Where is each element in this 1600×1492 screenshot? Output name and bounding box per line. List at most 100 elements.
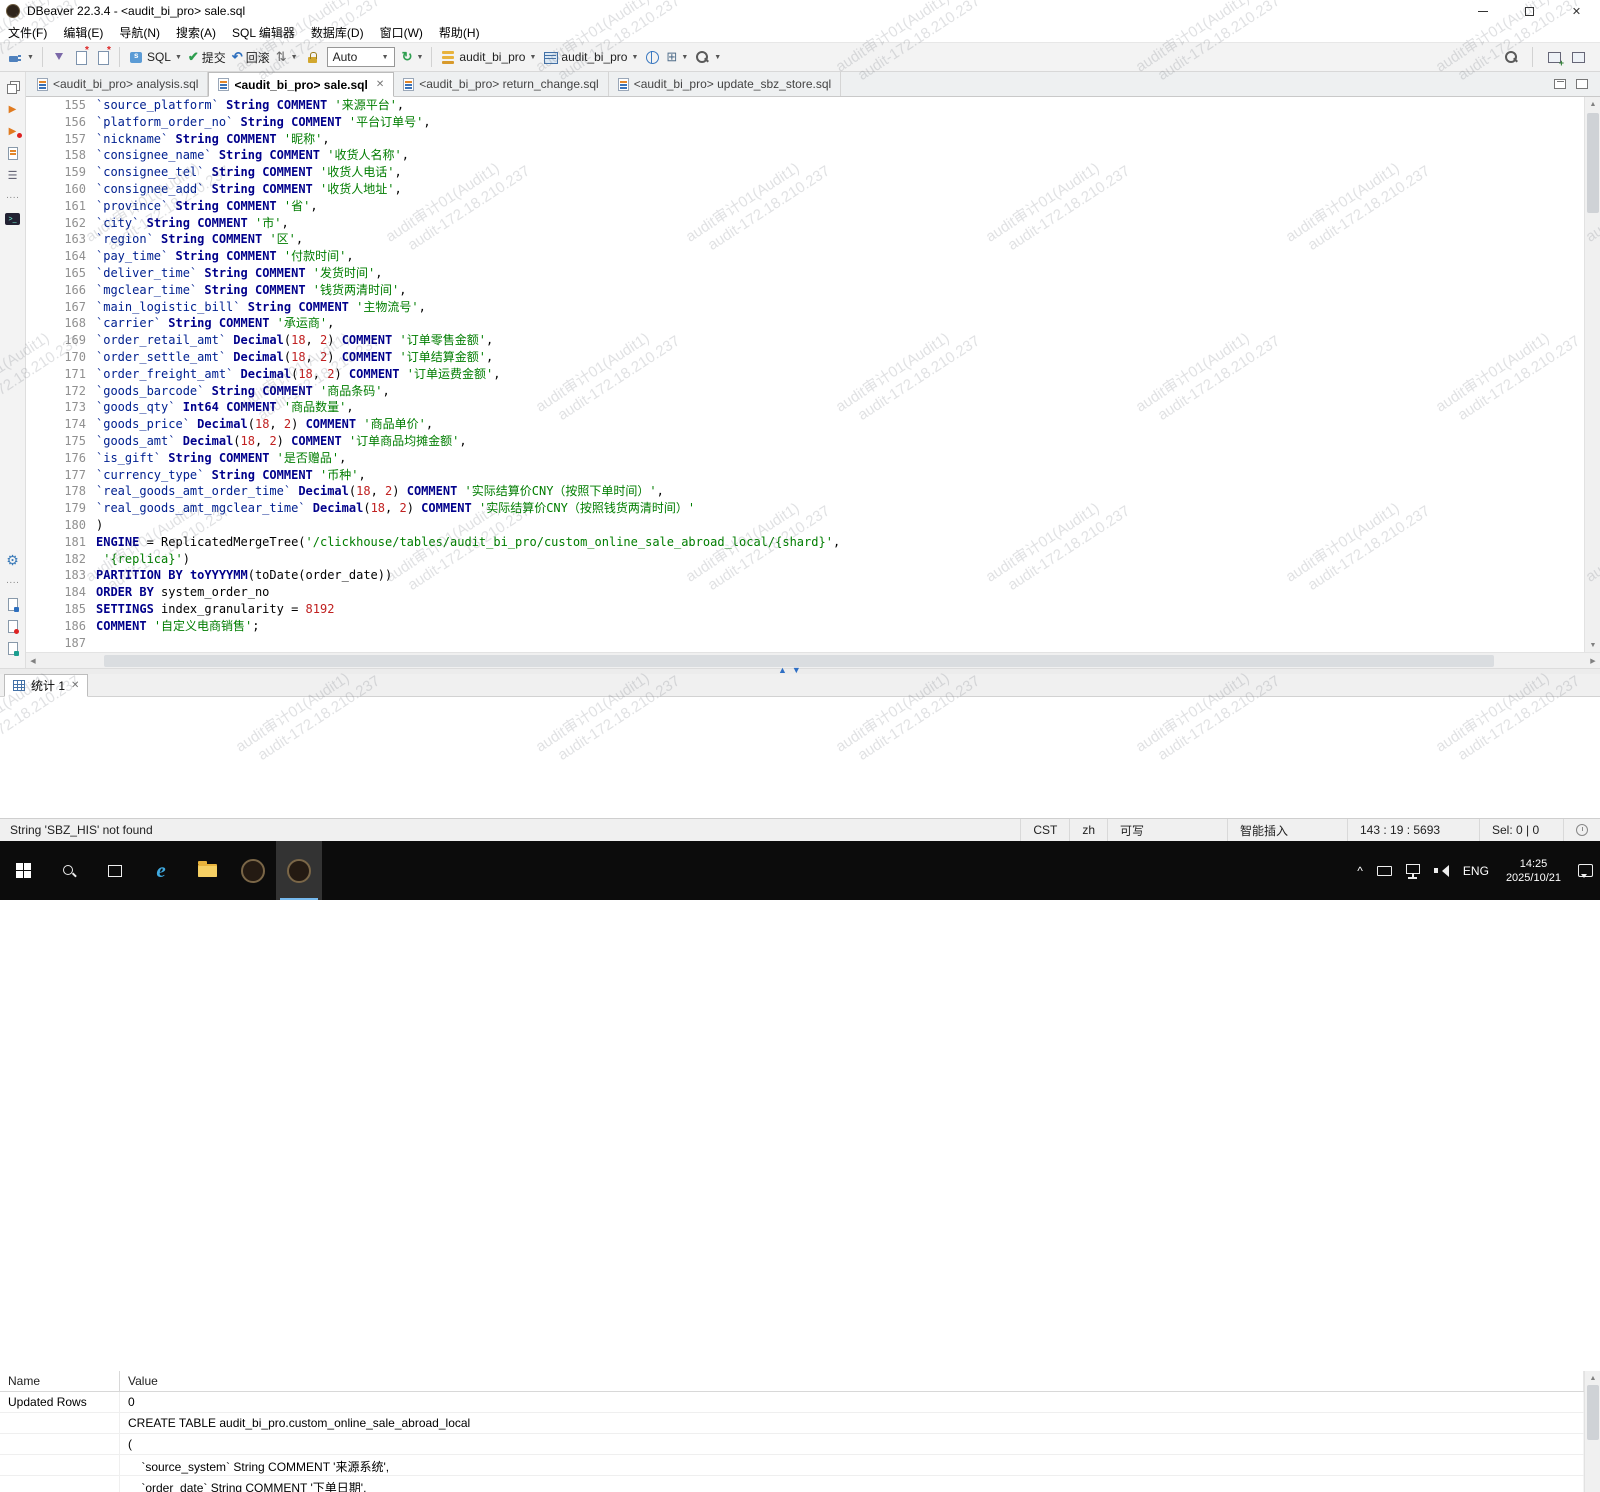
quick-access-search-icon[interactable] [1503, 49, 1519, 65]
execute-script-icon[interactable] [4, 145, 22, 161]
scroll-up-icon[interactable]: ▲ [1585, 97, 1600, 111]
restore-panel-icon[interactable] [4, 79, 22, 95]
table-row[interactable]: CREATE TABLE audit_bi_pro.custom_online_… [0, 1413, 1584, 1434]
search-dropdown[interactable]: ▼ [691, 47, 724, 67]
minimize-button[interactable] [1459, 0, 1506, 22]
task-view-button[interactable] [92, 841, 138, 900]
code-line[interactable]: 157`nickname` String COMMENT '昵称', [26, 131, 1584, 148]
panel-vertical-scrollbar[interactable]: ▲ [1584, 1371, 1600, 1492]
status-notifications[interactable] [1563, 819, 1600, 841]
close-button[interactable]: ✕ [1553, 0, 1600, 22]
code-line[interactable]: 171`order_freight_amt` Decimal(18, 2) CO… [26, 366, 1584, 383]
transaction-mode-dropdown[interactable]: ⇅ ▼ [273, 47, 301, 67]
sql-editor-dropdown[interactable]: SQL ▼ [125, 47, 185, 67]
editor-tab[interactable]: <audit_bi_pro> analysis.sql [28, 72, 208, 96]
code-line[interactable]: 164`pay_time` String COMMENT '付款时间', [26, 248, 1584, 265]
code-line[interactable]: 187 [26, 635, 1584, 652]
settings-gear-icon[interactable]: ⚙ [4, 552, 22, 568]
menu-item[interactable]: 导航(N) [111, 22, 168, 42]
menu-item[interactable]: 编辑(E) [55, 22, 111, 42]
status-timezone[interactable]: CST [1020, 819, 1069, 841]
code-line[interactable]: 184ORDER BY system_order_no [26, 584, 1584, 601]
doc-icon-teal[interactable] [4, 640, 22, 656]
table-row[interactable]: `order_date` String COMMENT '下单日期', [0, 1476, 1584, 1492]
editor-tab[interactable]: <audit_bi_pro> sale.sql✕ [208, 72, 394, 97]
new-connection-button[interactable]: ▼ [4, 47, 37, 67]
code-line[interactable]: 180) [26, 517, 1584, 534]
code-line[interactable]: 185SETTINGS index_granularity = 8192 [26, 601, 1584, 618]
code-line[interactable]: 156`platform_order_no` String COMMENT '平… [26, 114, 1584, 131]
network-button[interactable] [641, 47, 663, 67]
table-row[interactable]: Updated Rows0 [0, 1392, 1584, 1413]
grid-view-dropdown[interactable]: ⊞ ▼ [663, 47, 691, 67]
execute-statement-icon[interactable]: ▶ [4, 101, 22, 117]
fetch-data-button[interactable] [48, 47, 70, 67]
vertical-scroll-thumb[interactable] [1587, 113, 1599, 213]
status-selection[interactable]: Sel: 0 | 0 [1479, 819, 1563, 841]
maximize-button[interactable] [1506, 0, 1553, 22]
code-line[interactable]: 170`order_settle_amt` Decimal(18, 2) COM… [26, 349, 1584, 366]
code-line[interactable]: 182 '{replica}') [26, 551, 1584, 568]
input-language-button[interactable]: ENG [1456, 841, 1496, 900]
editor-tab[interactable]: <audit_bi_pro> update_sbz_store.sql [609, 72, 841, 96]
code-line[interactable]: 161`province` String COMMENT '省', [26, 198, 1584, 215]
commit-button[interactable]: ✔ 提交 [185, 47, 229, 68]
execute-new-tab-icon[interactable]: ▶ [4, 123, 22, 139]
status-cursor-position[interactable]: 143 : 19 : 5693 [1347, 819, 1479, 841]
menu-item[interactable]: SQL 编辑器 [224, 22, 303, 42]
code-line[interactable]: 174`goods_price` Decimal(18, 2) COMMENT … [26, 416, 1584, 433]
explain-plan-icon[interactable]: ☰ [4, 167, 22, 183]
code-line[interactable]: 175`goods_amt` Decimal(18, 2) COMMENT '订… [26, 433, 1584, 450]
editor-vertical-scrollbar[interactable]: ▲ ▼ [1584, 97, 1600, 652]
menu-item[interactable]: 搜索(A) [168, 22, 224, 42]
tray-expand-chevron[interactable]: ^ [1350, 841, 1370, 900]
tab-close-icon[interactable]: ✕ [376, 79, 384, 90]
start-button[interactable] [0, 841, 46, 900]
table-row[interactable]: ( [0, 1434, 1584, 1455]
code-line[interactable]: 155`source_platform` String COMMENT '来源平… [26, 97, 1584, 114]
taskbar-clock[interactable]: 14:25 2025/10/21 [1496, 857, 1571, 885]
code-line[interactable]: 159`consignee_tel` String COMMENT '收货人电话… [26, 164, 1584, 181]
code-line[interactable]: 178`real_goods_amt_order_time` Decimal(1… [26, 483, 1584, 500]
dbeaver-taskbar-button-active[interactable] [276, 841, 322, 900]
code-line[interactable]: 167`main_logistic_bill` String COMMENT '… [26, 299, 1584, 316]
scroll-up-icon[interactable]: ▲ [1585, 1371, 1600, 1385]
code-line[interactable]: 160`consignee_add` String COMMENT '收货人地址… [26, 181, 1584, 198]
code-line[interactable]: 172`goods_barcode` String COMMENT '商品条码'… [26, 383, 1584, 400]
doc-icon-red[interactable] [4, 618, 22, 634]
code-line[interactable]: 181ENGINE = ReplicatedMergeTree('/clickh… [26, 534, 1584, 551]
doc-icon-blue[interactable] [4, 596, 22, 612]
code-line[interactable]: 173`goods_qty` Int64 COMMENT '商品数量', [26, 399, 1584, 416]
dbeaver-taskbar-button[interactable] [230, 841, 276, 900]
commit-mode-select[interactable]: Auto ▼ [327, 47, 395, 67]
code-line[interactable]: 158`consignee_name` String COMMENT '收货人名… [26, 147, 1584, 164]
panel-scroll-thumb[interactable] [1587, 1385, 1599, 1440]
action-center-button[interactable] [1571, 841, 1600, 900]
internet-explorer-button[interactable]: e [138, 841, 184, 900]
transaction-log-button[interactable]: ↻ ▼ [399, 47, 427, 67]
database-select[interactable]: audit_bi_pro ▼ [539, 47, 641, 67]
column-header-value[interactable]: Value [120, 1371, 1584, 1391]
tab-statistics[interactable]: 统计 1 ✕ [4, 674, 88, 697]
code-line[interactable]: 177`currency_type` String COMMENT '币种', [26, 467, 1584, 484]
datasource-select[interactable]: audit_bi_pro ▼ [437, 47, 539, 67]
volume-button[interactable] [1427, 841, 1456, 900]
rollback-button[interactable]: ↶ 回滚 [229, 47, 273, 68]
code-line[interactable]: 166`mgclear_time` String COMMENT '钱货两清时间… [26, 282, 1584, 299]
status-language[interactable]: zh [1069, 819, 1107, 841]
file-explorer-button[interactable] [184, 841, 230, 900]
code-line[interactable]: 168`carrier` String COMMENT '承运商', [26, 315, 1584, 332]
scroll-left-icon[interactable]: ◀ [26, 653, 40, 669]
status-insert-mode[interactable]: 智能插入 [1227, 819, 1347, 841]
execute-statement-button[interactable] [92, 47, 114, 67]
code-line[interactable]: 169`order_retail_amt` Decimal(18, 2) COM… [26, 332, 1584, 349]
status-write-mode[interactable]: 可写 [1107, 819, 1227, 841]
maximize-editor-icon[interactable] [1576, 79, 1588, 89]
menu-item[interactable]: 帮助(H) [431, 22, 488, 42]
scroll-down-icon[interactable]: ▼ [1585, 638, 1600, 652]
code-line[interactable]: 163`region` String COMMENT '区', [26, 231, 1584, 248]
code-line[interactable]: 162`city` String COMMENT '市', [26, 215, 1584, 232]
panel-tab-close-icon[interactable]: ✕ [71, 680, 79, 691]
menu-item[interactable]: 窗口(W) [372, 22, 431, 42]
taskbar-search-button[interactable] [46, 841, 92, 900]
